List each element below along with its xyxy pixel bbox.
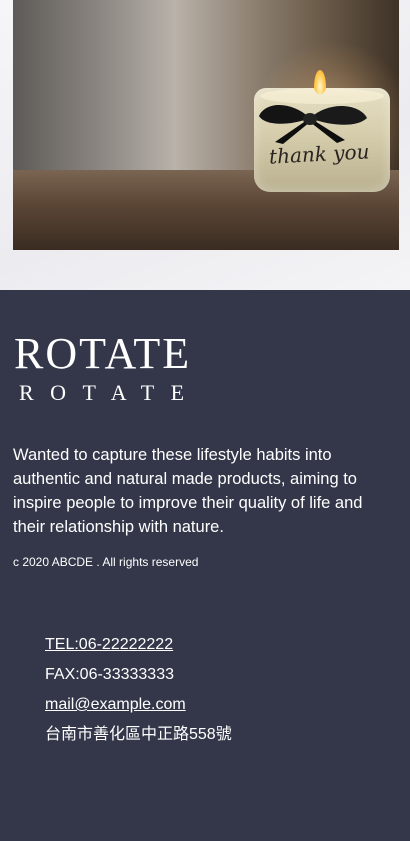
site-footer: ROTATE ROTATE Wanted to capture these li…	[0, 290, 410, 841]
logo-subtitle: ROTATE	[19, 380, 201, 405]
hero-image: thank you	[13, 0, 399, 250]
address-text: 台南市善化區中正路558號	[45, 726, 232, 743]
email-link[interactable]: mail@example.com	[45, 690, 232, 720]
fax-text: FAX:06-33333333	[45, 666, 174, 683]
copyright-text: c 2020 ABCDE . All rights reserved	[13, 555, 199, 569]
ribbon-bow-icon	[259, 105, 367, 144]
logo-wordmark: ROTATE	[14, 329, 192, 378]
tel-link[interactable]: TEL:06-22222222	[45, 630, 232, 660]
contact-info: TEL:06-22222222 FAX:06-33333333 mail@exa…	[45, 630, 232, 750]
brand-description: Wanted to capture these lifestyle habits…	[13, 446, 363, 536]
top-area: thank you	[0, 0, 410, 290]
